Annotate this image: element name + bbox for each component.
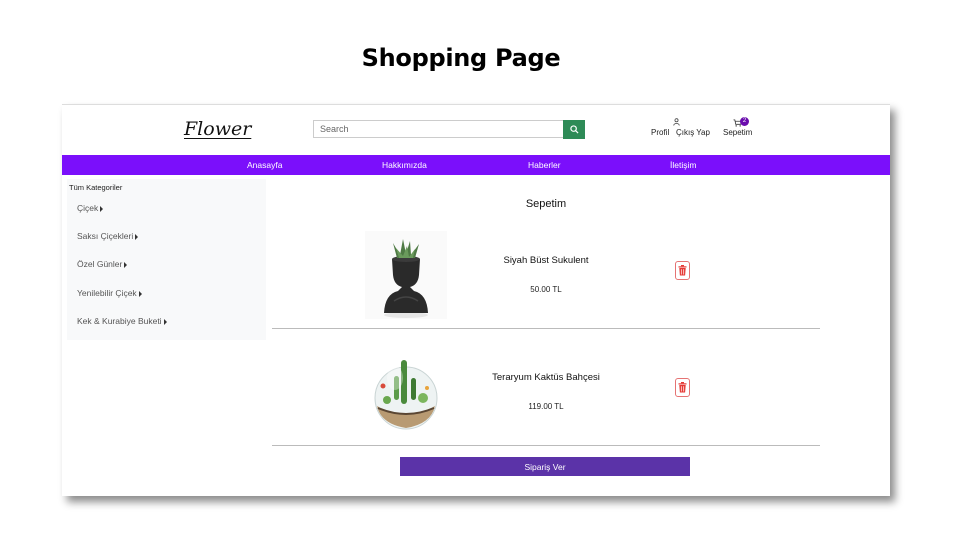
product-name: Teraryum Kaktüs Bahçesi <box>492 372 600 383</box>
search-input[interactable] <box>313 120 563 138</box>
browser-frame: Flower Profil Çıkış Yap 2 Sepetim Anasay… <box>62 104 890 496</box>
caret-right-icon <box>100 205 104 212</box>
sidebar-item-label: Yenilebilir Çiçek <box>77 288 137 298</box>
trash-icon <box>678 382 687 393</box>
cart-label: Sepetim <box>723 128 753 137</box>
sidebar-item-label: Özel Günler <box>77 259 123 269</box>
caret-right-icon <box>138 290 142 297</box>
site-header: Flower Profil Çıkış Yap 2 Sepetim <box>62 105 890 155</box>
black-bust-succulent-image <box>365 231 447 319</box>
sidebar-item-cake-cookie-bouquet[interactable]: Kek & Kurabiye Buketi <box>77 316 167 326</box>
terrarium-cactus-image <box>365 348 447 436</box>
nav-item-contact[interactable]: İletişim <box>670 160 696 170</box>
place-order-button[interactable]: Sipariş Ver <box>400 457 690 476</box>
sidebar-item-label: Kek & Kurabiye Buketi <box>77 316 162 326</box>
nav-item-home[interactable]: Anasayfa <box>247 160 282 170</box>
product-price: 119.00 TL <box>528 402 564 411</box>
nav-item-news[interactable]: Haberler <box>528 160 561 170</box>
profile-link[interactable]: Profil <box>651 128 669 137</box>
sidebar-item-edible-flowers[interactable]: Yenilebilir Çiçek <box>77 288 142 298</box>
delete-item-button[interactable] <box>675 261 690 280</box>
product-name: Siyah Büst Sukulent <box>503 255 589 266</box>
sidebar-heading: Tüm Kategoriler <box>69 183 123 192</box>
search-icon <box>569 125 579 134</box>
cart-count-badge: 2 <box>740 117 749 126</box>
search-button[interactable] <box>563 120 585 139</box>
slide-title: Shopping Page <box>361 44 561 72</box>
product-price: 50.00 TL <box>530 285 562 294</box>
nav-item-about[interactable]: Hakkımızda <box>382 160 427 170</box>
item-divider <box>272 328 820 329</box>
caret-right-icon <box>135 233 139 240</box>
item-divider <box>272 445 820 446</box>
cart-item: Teraryum Kaktüs Bahçesi 119.00 TL <box>272 342 820 458</box>
sidebar-item-label: Çiçek <box>77 203 99 213</box>
site-logo[interactable]: Flower <box>184 118 251 140</box>
caret-right-icon <box>163 318 167 325</box>
caret-right-icon <box>124 261 128 268</box>
cart-item: Siyah Büst Sukulent 50.00 TL <box>272 225 820 341</box>
logout-link[interactable]: Çıkış Yap <box>676 128 710 137</box>
sidebar-item-flower[interactable]: Çiçek <box>77 203 104 213</box>
main-nav: Anasayfa Hakkımızda Haberler İletişim <box>62 155 890 175</box>
sidebar-item-potted-flowers[interactable]: Saksı Çiçekleri <box>77 231 139 241</box>
delete-item-button[interactable] <box>675 378 690 397</box>
user-icon <box>673 118 680 126</box>
category-sidebar: Tüm Kategoriler Çiçek Saksı Çiçekleri Öz… <box>67 179 266 340</box>
sidebar-item-special-days[interactable]: Özel Günler <box>77 259 128 269</box>
cart-title: Sepetim <box>525 198 567 210</box>
sidebar-item-label: Saksı Çiçekleri <box>77 231 134 241</box>
trash-icon <box>678 265 687 276</box>
